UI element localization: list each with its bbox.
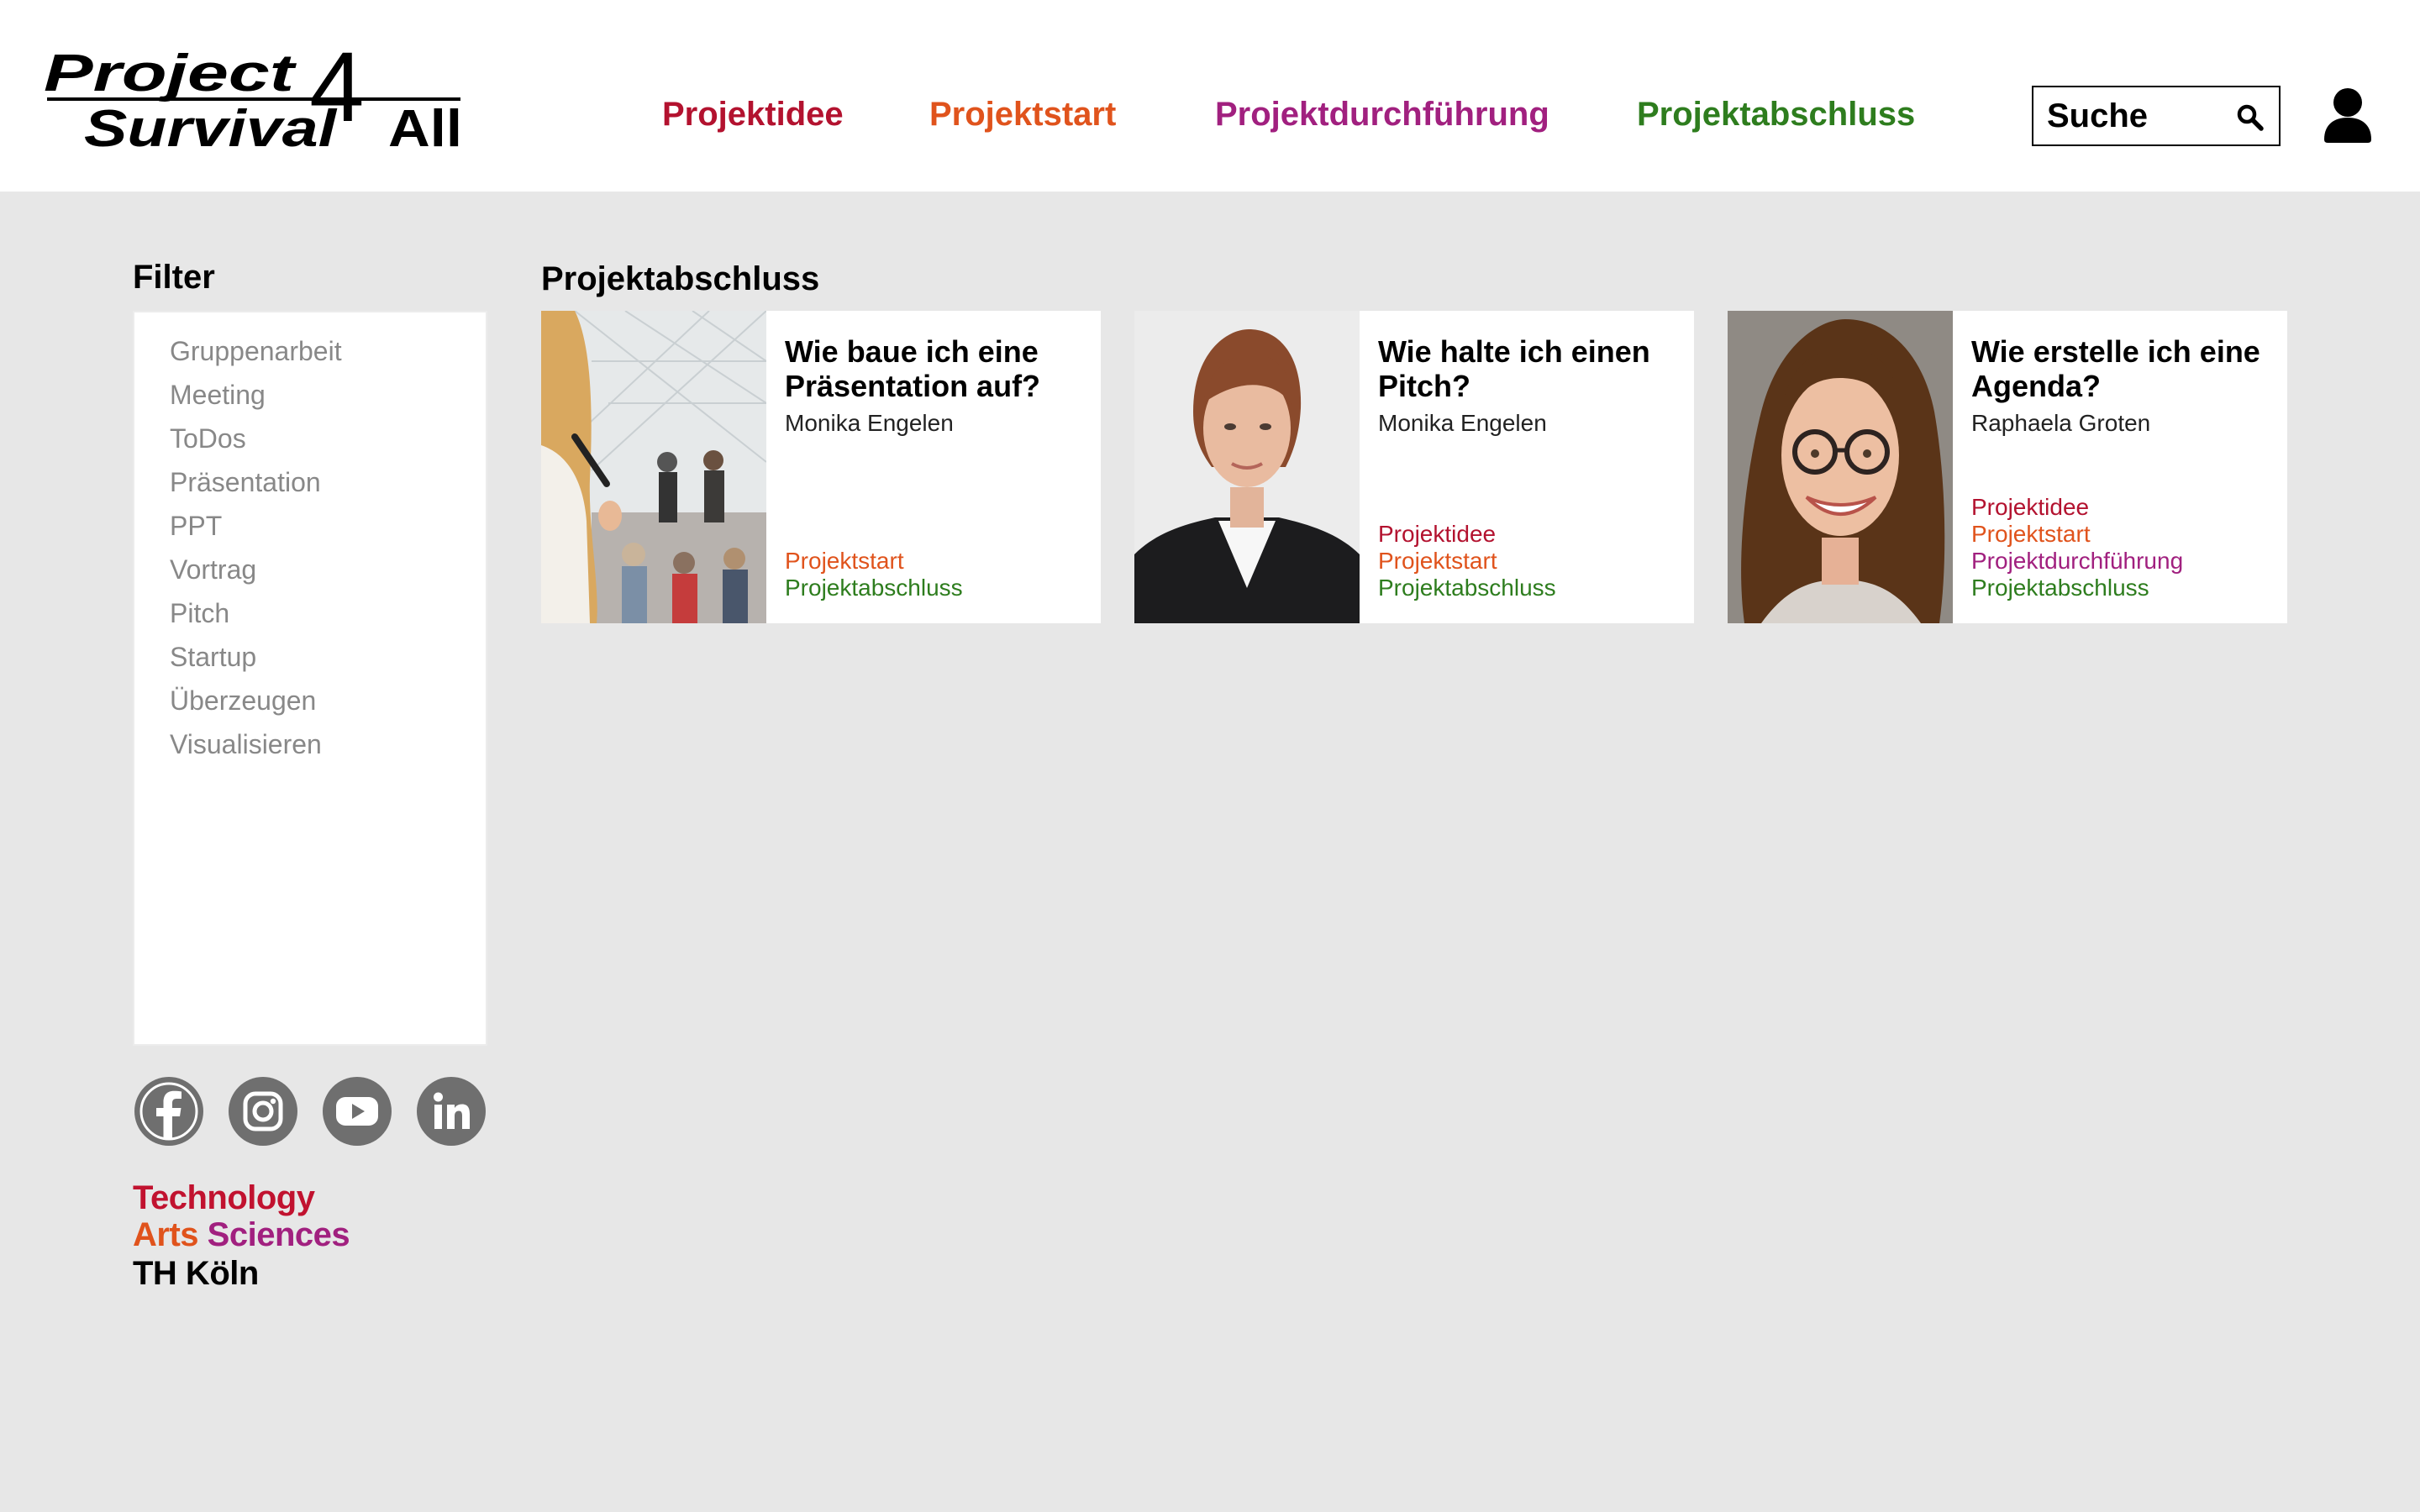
nav-projektabschluss[interactable]: Projektabschluss xyxy=(1637,96,1915,134)
tag-projektidee[interactable]: Projektidee xyxy=(1971,494,2183,521)
facebook-icon[interactable] xyxy=(134,1077,203,1146)
th-logo-arts-sciences: Arts Sciences xyxy=(133,1216,350,1253)
tag-projektabschluss[interactable]: Projektabschluss xyxy=(785,575,963,601)
card-image-portrait-woman-glasses xyxy=(1728,311,1953,623)
filter-item-todos[interactable]: ToDos xyxy=(170,423,246,454)
filter-item-ueberzeugen[interactable]: Überzeugen xyxy=(170,685,316,717)
filter-list: Gruppenarbeit Meeting ToDos Präsentation… xyxy=(133,311,487,1046)
card-author: Monika Engelen xyxy=(1378,410,1547,436)
nav-projektidee[interactable]: Projektidee xyxy=(662,96,844,134)
logo-text-survival: Survival xyxy=(84,100,338,155)
filter-title: Filter xyxy=(133,259,215,296)
th-logo-technology: Technology xyxy=(133,1179,315,1216)
tag-projektabschluss[interactable]: Projektabschluss xyxy=(1971,575,2183,601)
logo-text-project: Project xyxy=(44,45,297,102)
nav-projektdurchfuehrung[interactable]: Projektdurchführung xyxy=(1215,96,1549,134)
nav-projektstart[interactable]: Projektstart xyxy=(929,96,1116,134)
section-title: Projektabschluss xyxy=(541,260,820,297)
th-logo-sciences: Sciences xyxy=(207,1216,350,1253)
filter-item-ppt[interactable]: PPT xyxy=(170,511,222,542)
filter-item-vortrag[interactable]: Vortrag xyxy=(170,554,256,585)
card-image-portrait-woman xyxy=(1134,311,1360,623)
tag-projektstart[interactable]: Projektstart xyxy=(1971,521,2183,548)
article-card[interactable]: Wie baue ich eine Präsentation auf? Moni… xyxy=(541,311,1101,623)
tag-projektidee[interactable]: Projektidee xyxy=(1378,521,1556,548)
search-input[interactable] xyxy=(2047,94,2232,138)
filter-item-gruppenarbeit[interactable]: Gruppenarbeit xyxy=(170,336,342,367)
filter-item-praesentation[interactable]: Präsentation xyxy=(170,467,321,498)
article-card[interactable]: Wie halte ich einen Pitch? Monika Engele… xyxy=(1134,311,1694,623)
logo-text-all: All xyxy=(388,100,462,155)
tag-projektstart[interactable]: Projektstart xyxy=(1378,548,1556,575)
tag-projektstart[interactable]: Projektstart xyxy=(785,548,963,575)
logo-mark-4: 4 xyxy=(309,44,365,143)
card-tags: Projektidee Projektstart Projektdurchfüh… xyxy=(1971,494,2183,601)
th-logo-arts: Arts xyxy=(133,1216,199,1253)
search-box xyxy=(2032,86,2281,146)
filter-item-meeting[interactable]: Meeting xyxy=(170,380,266,411)
card-tags: Projektidee Projektstart Projektabschlus… xyxy=(1378,521,1556,601)
project-survival-4-all-logo[interactable]: Project Survival 4 All xyxy=(44,44,464,155)
card-title[interactable]: Wie baue ich eine Präsentation auf? xyxy=(785,334,1087,403)
th-logo-th-koeln: TH Köln xyxy=(133,1255,259,1292)
article-card[interactable]: Wie erstelle ich eine Agenda? Raphaela G… xyxy=(1728,311,2287,623)
filter-item-visualisieren[interactable]: Visualisieren xyxy=(170,729,322,760)
card-image-presentation-speaker xyxy=(541,311,766,623)
tag-projektabschluss[interactable]: Projektabschluss xyxy=(1378,575,1556,601)
card-author: Monika Engelen xyxy=(785,410,954,436)
tag-projektdurchfuehrung[interactable]: Projektdurchführung xyxy=(1971,548,2183,575)
instagram-icon[interactable] xyxy=(229,1077,297,1146)
search-icon[interactable] xyxy=(2235,102,2265,133)
card-tags: Projektstart Projektabschluss xyxy=(785,548,963,601)
youtube-icon[interactable] xyxy=(323,1077,392,1146)
card-title[interactable]: Wie halte ich einen Pitch? xyxy=(1378,334,1681,403)
filter-item-startup[interactable]: Startup xyxy=(170,642,256,673)
site-header: Project Survival 4 All Projektidee Proje… xyxy=(0,0,2420,192)
filter-item-pitch[interactable]: Pitch xyxy=(170,598,229,629)
card-title[interactable]: Wie erstelle ich eine Agenda? xyxy=(1971,334,2274,403)
th-koeln-logo[interactable]: Technology Arts Sciences TH Köln xyxy=(133,1179,350,1292)
user-icon[interactable] xyxy=(2323,87,2373,143)
card-author: Raphaela Groten xyxy=(1971,410,2151,436)
linkedin-icon[interactable] xyxy=(417,1077,486,1146)
